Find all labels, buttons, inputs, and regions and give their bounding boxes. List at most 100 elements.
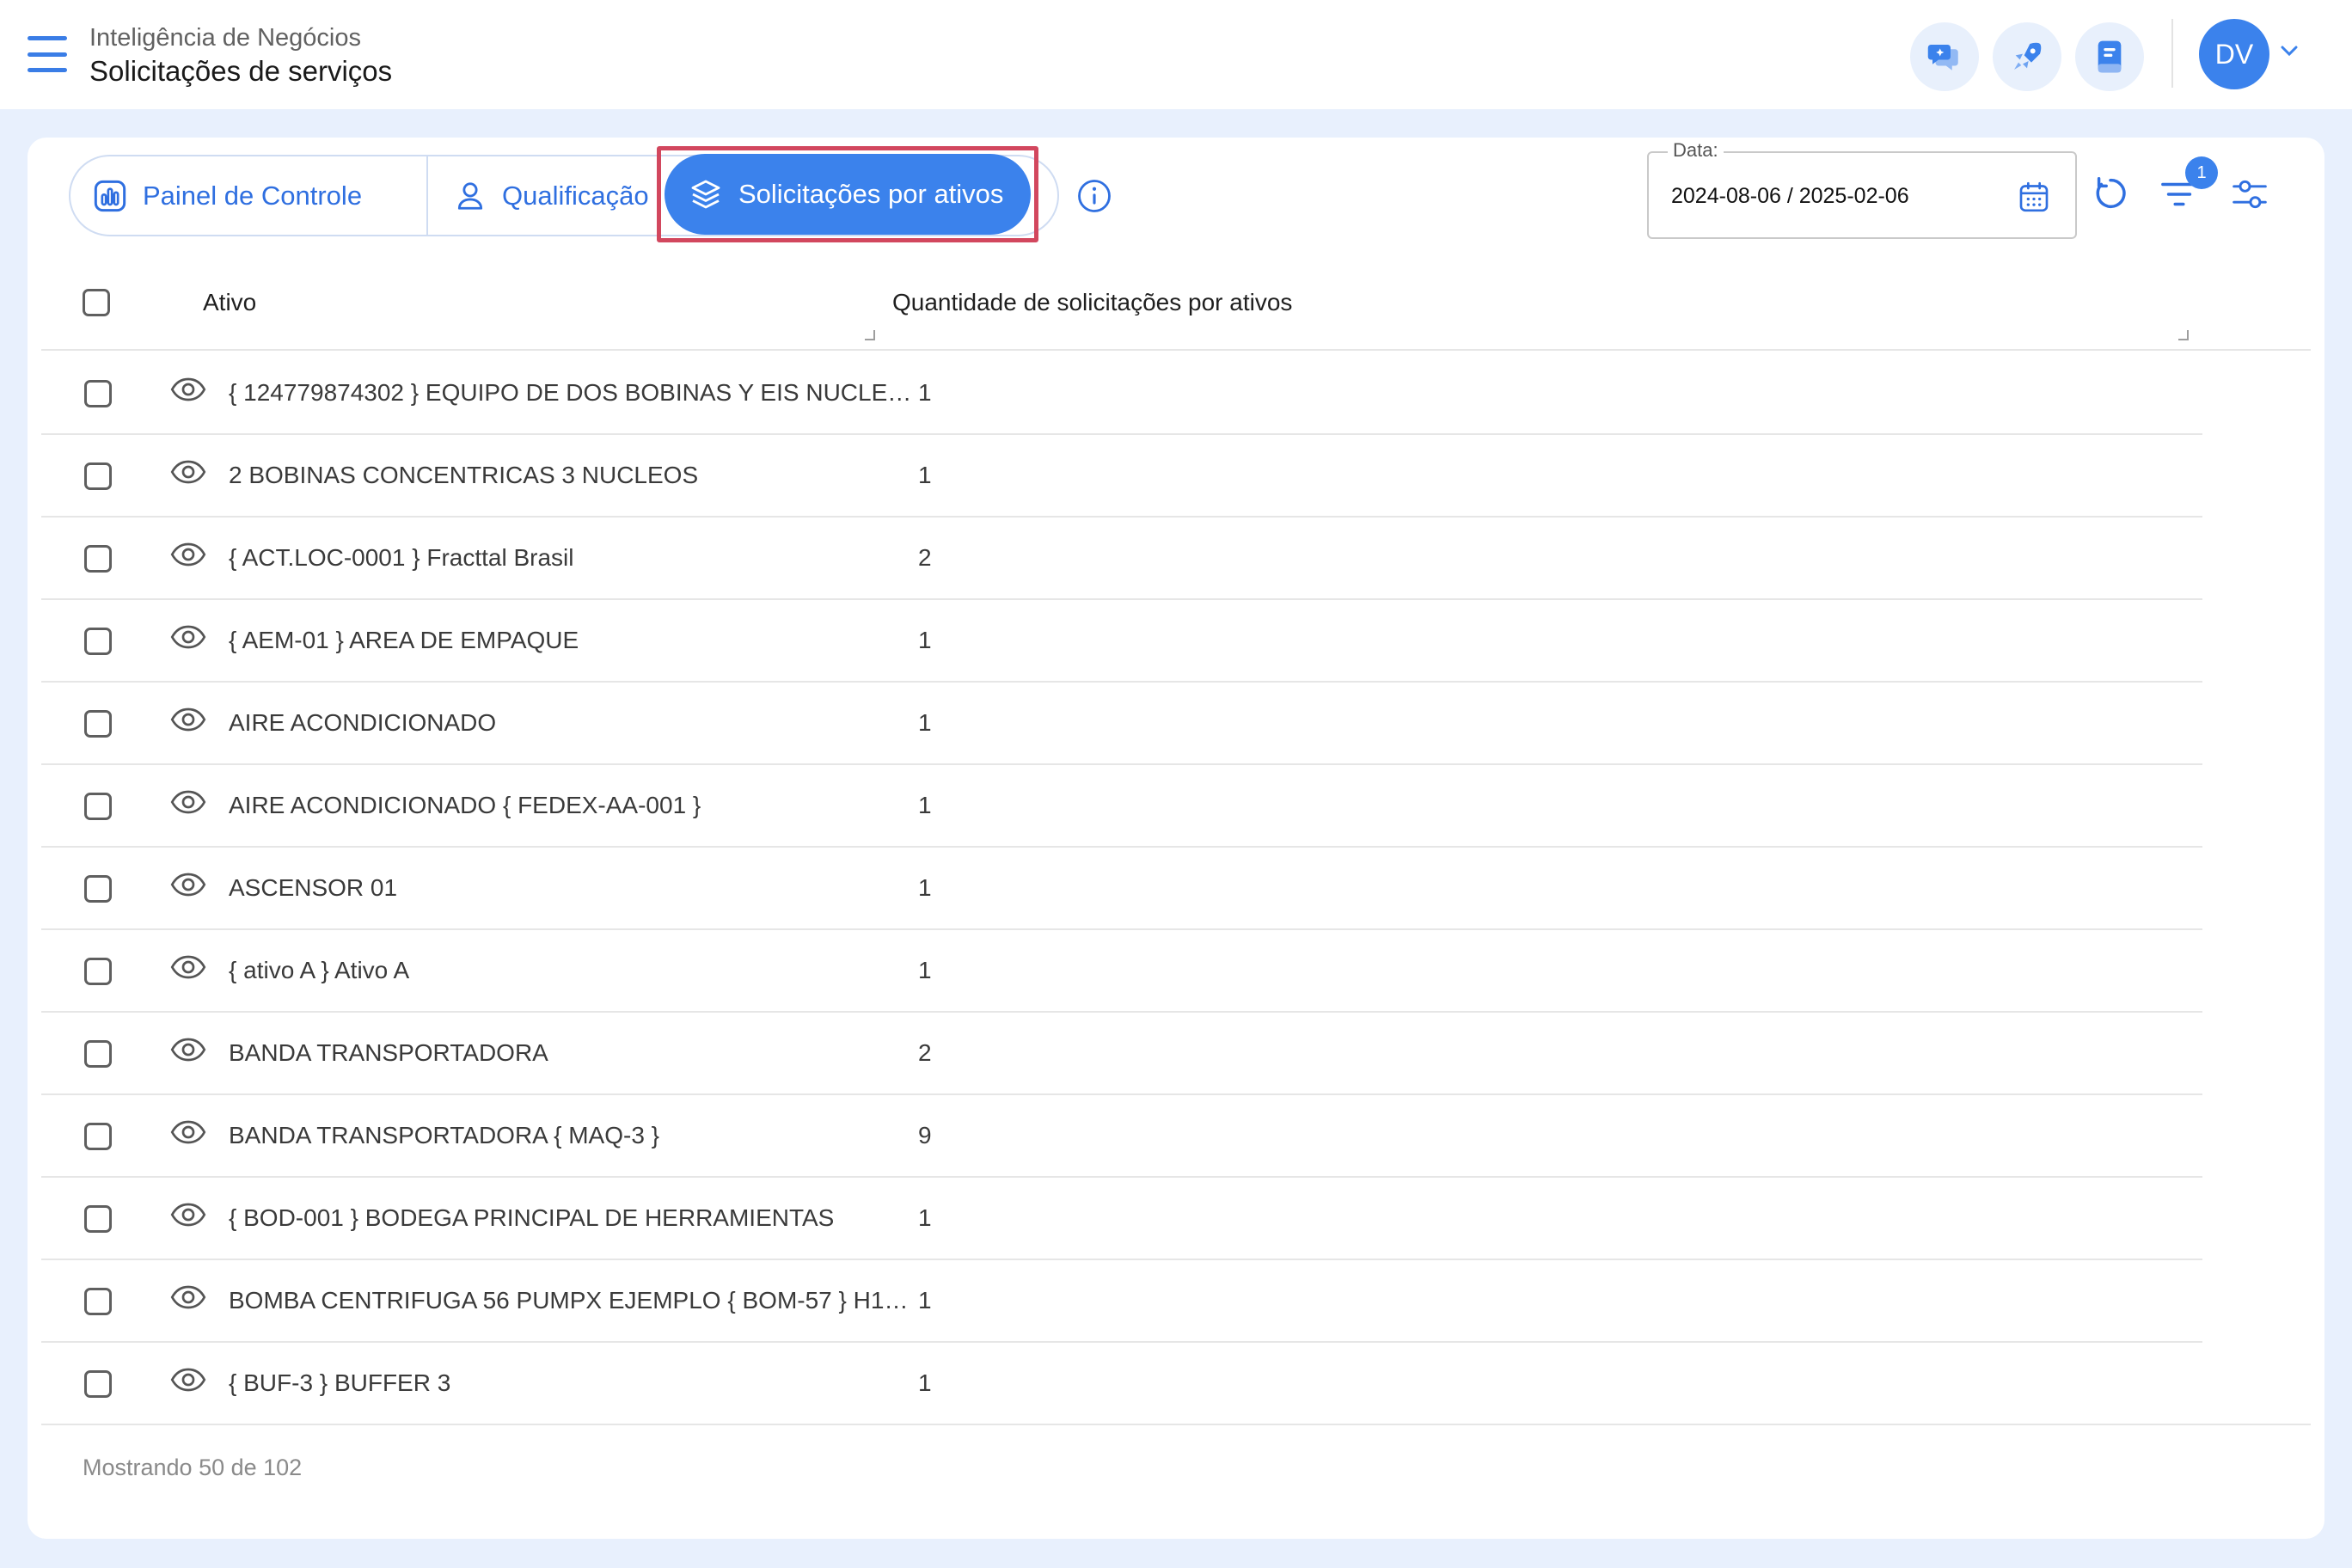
page-title: Solicitações de serviços [89,55,393,87]
row-checkbox[interactable] [84,1205,112,1233]
refresh-icon[interactable] [2091,174,2130,213]
chevron-down-icon[interactable] [2280,45,2299,57]
column-header-quantity[interactable]: Quantidade de solicitações por ativos [892,289,1292,316]
rocket-icon [2014,42,2042,70]
column-header-asset[interactable]: Ativo [203,289,256,316]
asset-name: { 124779874302 } EQUIPO DE DOS BOBINAS Y… [229,379,916,406]
table-row[interactable]: BANDA TRANSPORTADORA 2 [41,1011,2202,1095]
eye-icon[interactable] [170,1037,206,1063]
row-checkbox[interactable] [84,1123,112,1150]
table-row[interactable]: AIRE ACONDICIONADO 1 [41,681,2202,765]
asset-name: ASCENSOR 01 [229,874,398,901]
eye-icon[interactable] [170,542,206,567]
request-quantity: 1 [918,1287,932,1314]
eye-icon[interactable] [170,872,206,897]
eye-icon[interactable] [170,377,206,402]
request-quantity: 1 [918,379,932,406]
eye-icon[interactable] [170,624,206,650]
content-card: Painel de Controle Qualificação Solicita… [28,138,2324,1539]
row-checkbox[interactable] [84,1370,112,1398]
asset-name: { BOD-001 } BODEGA PRINCIPAL DE HERRAMIE… [229,1204,835,1231]
eye-icon[interactable] [170,707,206,732]
asset-name: { ACT.LOC-0001 } Fracttal Brasil [229,544,574,571]
asset-name: { AEM-01 } AREA DE EMPAQUE [229,627,579,653]
chat-sparkle-button[interactable] [1910,22,1979,91]
row-checkbox[interactable] [84,380,112,407]
table-row[interactable]: AIRE ACONDICIONADO { FEDEX-AA-001 } 1 [41,763,2202,848]
row-checkbox[interactable] [84,1288,112,1315]
pagination-summary: Mostrando 50 de 102 [83,1455,303,1480]
table-header: Ativo Quantidade de solicitações por ati… [41,258,2311,351]
date-range-label: Data: [1668,139,1724,162]
tab-dashboard-label: Painel de Controle [143,180,363,211]
info-icon[interactable] [1076,178,1112,214]
book-icon [2098,40,2122,73]
tab-qualification-label: Qualificação [502,180,649,211]
tab-requests-by-assets-label: Solicitações por ativos [738,179,1004,209]
top-header: Inteligência de Negócios Solicitações de… [0,0,2352,109]
asset-name: 2 BOBINAS CONCENTRICAS 3 NUCLEOS [229,462,699,488]
book-button[interactable] [2075,22,2144,91]
tab-requests-by-assets[interactable]: Solicitações por ativos [657,146,1038,242]
tab-qualification[interactable]: Qualificação [454,156,649,235]
breadcrumb-section: Inteligência de Negócios [89,24,361,52]
table-row[interactable]: { BUF-3 } BUFFER 3 1 [41,1341,2311,1425]
eye-icon[interactable] [170,954,206,980]
filter-count-badge: 1 [2185,156,2218,189]
date-range-value: 2024-08-06 / 2025-02-06 [1671,184,1909,208]
eye-icon[interactable] [170,1284,206,1310]
calendar-icon[interactable] [2017,179,2051,215]
column-resize-handle[interactable] [865,330,875,340]
request-quantity: 1 [918,1204,932,1231]
row-checkbox[interactable] [84,875,112,903]
request-quantity: 1 [918,462,932,488]
row-checkbox[interactable] [84,793,112,820]
row-checkbox[interactable] [84,462,112,490]
select-all-checkbox[interactable] [83,289,110,316]
row-checkbox[interactable] [84,545,112,573]
table-row[interactable]: { 124779874302 } EQUIPO DE DOS BOBINAS Y… [41,351,2202,435]
header-divider [2171,19,2173,88]
table-row[interactable]: { BOD-001 } BODEGA PRINCIPAL DE HERRAMIE… [41,1176,2202,1260]
date-range-field[interactable]: Data: 2024-08-06 / 2025-02-06 [1647,139,2077,239]
asset-name: { ativo A } Ativo A [229,957,410,983]
eye-icon[interactable] [170,789,206,815]
request-quantity: 1 [918,627,932,653]
column-resize-handle[interactable] [2178,330,2189,340]
table-row[interactable]: { ativo A } Ativo A 1 [41,928,2202,1013]
table-row[interactable]: BOMBA CENTRIFUGA 56 PUMPX EJEMPLO { BOM-… [41,1259,2202,1343]
table-row[interactable]: 2 BOBINAS CONCENTRICAS 3 NUCLEOS 1 [41,433,2202,518]
request-quantity: 9 [918,1122,932,1148]
table-row[interactable]: { AEM-01 } AREA DE EMPAQUE 1 [41,598,2202,683]
row-checkbox[interactable] [84,628,112,655]
rocket-button[interactable] [1993,22,2061,91]
request-quantity: 1 [918,1369,932,1396]
eye-icon[interactable] [170,459,206,485]
request-quantity: 2 [918,1039,932,1066]
table-row[interactable]: { ACT.LOC-0001 } Fracttal Brasil 2 [41,516,2202,600]
eye-icon[interactable] [170,1202,206,1228]
user-icon [457,181,483,210]
bar-chart-icon [94,180,126,211]
eye-icon[interactable] [170,1367,206,1393]
chat-sparkle-icon [1927,45,1958,70]
tab-separator [426,156,428,235]
layers-icon [691,180,720,209]
asset-name: BOMBA CENTRIFUGA 56 PUMPX EJEMPLO { BOM-… [229,1287,916,1314]
table-row[interactable]: ASCENSOR 01 1 [41,846,2202,930]
sliders-settings-icon[interactable] [2230,175,2269,213]
asset-name: BANDA TRANSPORTADORA [229,1039,548,1066]
row-checkbox[interactable] [84,710,112,738]
row-checkbox[interactable] [84,1040,112,1068]
user-avatar[interactable]: DV [2199,19,2269,89]
row-checkbox[interactable] [84,958,112,985]
tab-dashboard[interactable]: Painel de Controle [93,156,362,235]
request-quantity: 1 [918,957,932,983]
asset-name: AIRE ACONDICIONADO [229,709,497,736]
request-quantity: 1 [918,792,932,818]
table-row[interactable]: BANDA TRANSPORTADORA { MAQ-3 } 9 [41,1093,2202,1178]
hamburger-menu-icon[interactable] [28,36,67,72]
asset-name: { BUF-3 } BUFFER 3 [229,1369,451,1396]
eye-icon[interactable] [170,1119,206,1145]
request-quantity: 1 [918,709,932,736]
